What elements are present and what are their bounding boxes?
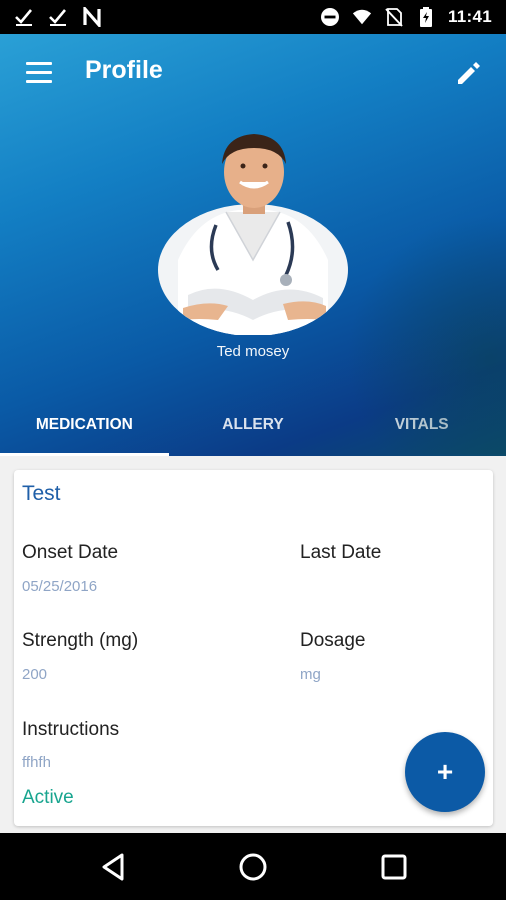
tab-allery[interactable]: ALLERY <box>169 394 338 456</box>
status-left-icons <box>14 7 102 27</box>
onset-date-label: Onset Date <box>22 542 119 563</box>
dosage-label: Dosage <box>300 630 366 651</box>
add-medication-button[interactable]: + <box>405 732 485 812</box>
instructions-label: Instructions <box>22 719 120 740</box>
user-name: Ted mosey <box>216 343 290 360</box>
edit-pencil-icon[interactable] <box>454 58 484 88</box>
recents-icon[interactable] <box>376 849 412 885</box>
last-date-label: Last Date <box>300 542 382 563</box>
check-icon <box>48 7 68 27</box>
status-right-icons: 11:41 <box>320 7 492 27</box>
plus-icon: + <box>436 756 454 787</box>
avatar <box>158 130 348 336</box>
toolbar: Profile <box>0 34 506 112</box>
tab-bar: MEDICATION ALLERY VITALS <box>0 394 506 456</box>
onset-date-value: 05/25/2016 <box>22 578 98 595</box>
page-title: Profile <box>85 56 163 84</box>
menu-icon[interactable] <box>24 60 54 86</box>
no-sim-icon <box>384 7 404 27</box>
tab-vitals[interactable]: VITALS <box>337 394 506 456</box>
strength-label: Strength (mg) <box>22 630 139 651</box>
status-bar: 11:41 <box>0 0 506 34</box>
n-icon <box>82 7 102 27</box>
system-nav-bar <box>0 833 506 900</box>
battery-icon <box>416 7 436 27</box>
profile-header: Profile Ted mosey MEDICATION ALLERY VITA… <box>0 34 506 456</box>
back-icon[interactable] <box>96 849 132 885</box>
check-icon <box>14 7 34 27</box>
home-icon[interactable] <box>235 849 271 885</box>
instructions-value: ffhfh <box>22 754 51 771</box>
strength-value: 200 <box>22 666 48 683</box>
tab-medication[interactable]: MEDICATION <box>0 394 169 456</box>
medication-name: Test <box>22 482 61 505</box>
dosage-value: mg <box>300 666 321 683</box>
do-not-disturb-icon <box>320 7 340 27</box>
status-time: 11:41 <box>447 7 492 26</box>
status-badge: Active <box>22 787 74 808</box>
wifi-icon <box>352 7 372 27</box>
